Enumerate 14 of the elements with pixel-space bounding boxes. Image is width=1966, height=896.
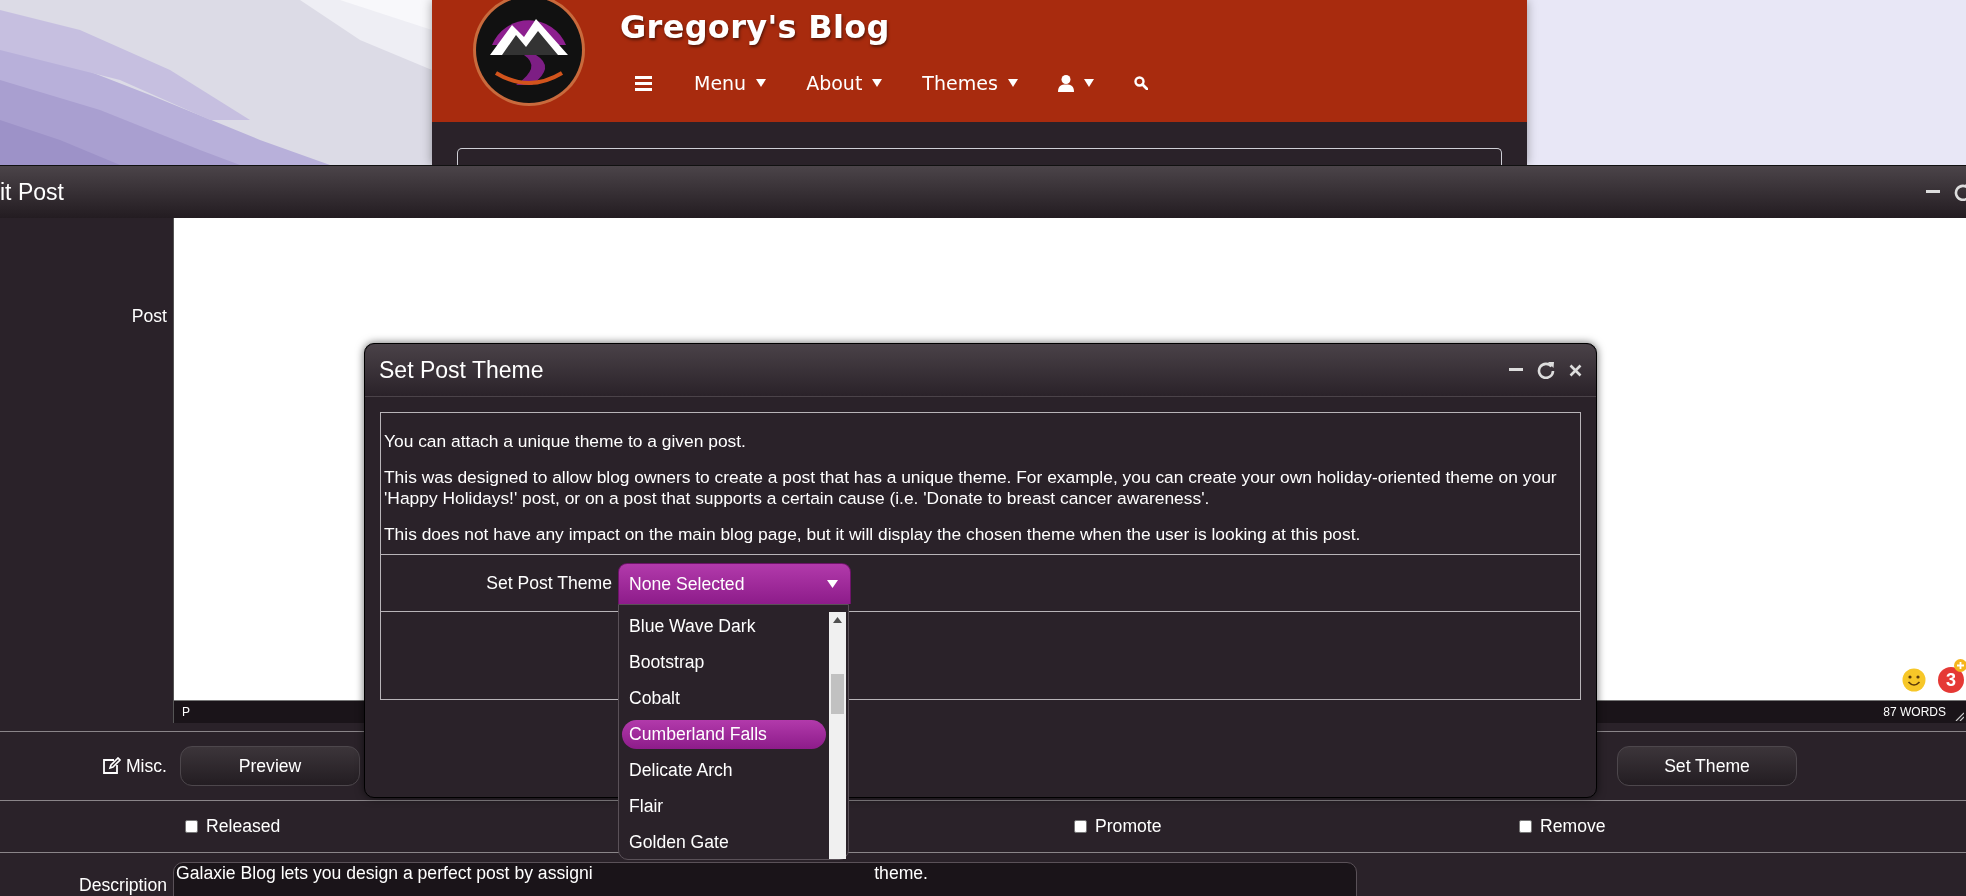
field-label: Post (131, 306, 167, 326)
window-title: it Post (0, 178, 65, 206)
checkbox-label: Remove (1540, 816, 1606, 837)
help-text: This was designed to allow blog owners to create a post that has a unique theme. For example, you can create your own holiday-oriented theme on your 'Happy Holidays!' post, or on a post that supports a certain cause (i.e. 'Donate to breast cancer awareness'. (384, 467, 1558, 509)
checkbox-label: Promote (1095, 816, 1162, 837)
field-label: Description (79, 875, 167, 895)
element-path: P (182, 705, 190, 719)
word-count: 87 WORDS (1883, 705, 1946, 719)
field-label: Set Post Theme (485, 572, 613, 594)
help-text: You can attach a unique theme to a given post. (384, 431, 747, 452)
help-text: This does not have any impact on the main blog page, but it will display the chosen theme when the user is looking at this post. (384, 524, 1362, 545)
checkbox-label: Released (206, 816, 281, 837)
field-label: Misc. (125, 755, 167, 777)
dialog-title: Set Post Theme (379, 356, 545, 384)
